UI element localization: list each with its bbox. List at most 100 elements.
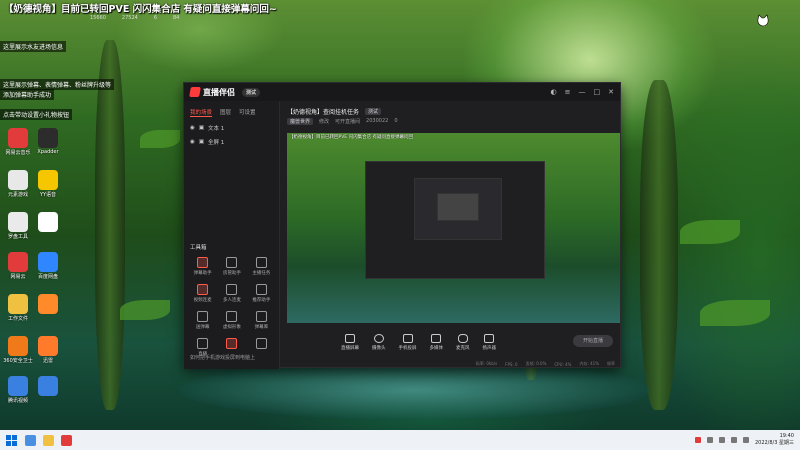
tool-room-admin[interactable]: 房管助手: [217, 257, 246, 276]
app-icon: [38, 252, 58, 272]
desktop-icon[interactable]: [33, 212, 63, 233]
stream-meta: 魔兽世界 修改 可开直播间 2030022 0: [281, 118, 621, 125]
minimize-icon[interactable]: —: [579, 88, 586, 96]
overlay-notice: 这里展示水友进场信息: [0, 41, 67, 52]
tab-scenes[interactable]: 我的场景: [190, 108, 213, 117]
danmu-icon: [197, 257, 209, 268]
lock-icon[interactable]: ▣: [199, 139, 204, 145]
tool-video-link[interactable]: 视频连麦: [188, 284, 217, 303]
taskview-icon[interactable]: [25, 434, 36, 446]
desktop-icon[interactable]: 元素游戏: [3, 170, 33, 198]
desktop-icon-label: 腾讯视频: [7, 398, 28, 404]
video-icon: [197, 284, 209, 295]
stat-value: 27524: [121, 15, 138, 21]
desktop-icon-label: Xpadder: [37, 149, 59, 155]
stream-badge: 测试: [365, 108, 382, 115]
eye-icon[interactable]: ◉: [190, 125, 195, 131]
nested-app-window: [365, 161, 545, 279]
tool-multi-link[interactable]: 多人连麦: [217, 284, 246, 303]
toolbox-grid: 弹幕助手 房管助手 主播任务 视频连麦 多人连麦 推荐助手 送弹幕 虚拟形象 弹…: [188, 257, 276, 357]
task-icon: [255, 257, 267, 268]
leaf: [140, 130, 180, 148]
tray-app-icon[interactable]: [694, 437, 701, 443]
app-icon[interactable]: [61, 434, 72, 446]
scene-item[interactable]: ◉ ▣ 全屏 1: [184, 135, 279, 149]
clock-date: 2022/8/3 星期三: [754, 440, 794, 446]
desktop-icon[interactable]: 迅雷: [33, 336, 63, 364]
desktop-icon[interactable]: YY语音: [33, 170, 63, 198]
eye-icon[interactable]: ◉: [190, 139, 195, 145]
tool-danmu-assistant[interactable]: 弹幕助手: [188, 257, 217, 276]
sidebar-footer-link[interactable]: 如何把手机游戏投屏到电脑上: [190, 354, 255, 361]
tool-label: 弹幕助手: [193, 271, 212, 276]
screen-icon: [197, 338, 209, 349]
phone-cast-button[interactable]: 手机投屏: [398, 333, 417, 351]
desktop-icon[interactable]: Xpadder: [33, 128, 63, 155]
desktop-icon[interactable]: 腾讯视频: [3, 376, 33, 404]
status-memory: 内存: 41%: [579, 361, 599, 366]
monitor-icon: [345, 333, 355, 343]
desktop-icon-label: 罗盘工具: [7, 234, 28, 240]
desktop-icon[interactable]: 网易云: [3, 252, 33, 280]
room-id: 2030022: [366, 118, 389, 124]
menu-icon[interactable]: ≡: [565, 88, 571, 96]
network-icon[interactable]: [730, 437, 737, 443]
app-icon: [38, 212, 58, 232]
stream-title[interactable]: 【奶德视角】查阅挂机任务: [287, 107, 359, 116]
desktop-icon-label: 迅雷: [42, 358, 53, 364]
app-icon: [38, 376, 58, 396]
control-label: 手机投屏: [398, 345, 417, 351]
tool-send-danmu[interactable]: 送弹幕: [188, 311, 217, 330]
skin-icon[interactable]: ◐: [551, 88, 557, 96]
desktop-icon[interactable]: 工作文件: [3, 294, 33, 322]
app-icon: [8, 336, 28, 356]
desktop-icon[interactable]: [33, 294, 63, 315]
tool-recommend[interactable]: 推荐助手: [247, 284, 276, 303]
speaker-button[interactable]: 扬声器: [483, 333, 496, 351]
edit-link[interactable]: 修改: [319, 118, 329, 125]
volume-icon[interactable]: [742, 437, 749, 443]
tray-app-icon[interactable]: [706, 437, 713, 443]
scene-item[interactable]: ◉ ▣ 文本 1: [184, 121, 279, 135]
file-explorer-icon[interactable]: [43, 434, 54, 446]
app-name: 直播伴侣: [203, 87, 235, 97]
tool-avatar[interactable]: 虚拟形象: [217, 311, 246, 330]
tab-settings[interactable]: 可设置: [239, 108, 256, 117]
microphone-button[interactable]: 麦克风: [456, 333, 470, 351]
media-button[interactable]: 多媒体: [430, 333, 443, 351]
screen-capture-button[interactable]: 直播屏幕: [341, 333, 359, 351]
windows-start-icon[interactable]: [6, 434, 17, 446]
tool-host-task[interactable]: 主播任务: [247, 257, 276, 276]
taskbar-clock[interactable]: 19:40 2022/8/3 星期三: [755, 433, 794, 447]
maximize-icon[interactable]: □: [594, 88, 601, 96]
tool-label: 房管助手: [222, 271, 241, 276]
control-label: 直播屏幕: [341, 345, 359, 351]
tool-label: 主播任务: [252, 271, 271, 276]
tool-danmu-library[interactable]: 弹幕库: [247, 311, 276, 330]
desktop-icon[interactable]: 罗盘工具: [3, 212, 33, 240]
main-panel: 【奶德视角】查阅挂机任务 测试 魔兽世界 修改 可开直播间 2030022 0 …: [281, 101, 621, 369]
group-icon: [226, 284, 238, 295]
live-preview[interactable]: 【奶德视角】目前已转回PVE 闪闪集合店 有疑问直接弹幕问回: [287, 133, 620, 323]
microphone-icon: [457, 333, 468, 343]
stat-value: 15660: [90, 15, 106, 21]
water-pool: [180, 360, 650, 420]
desktop-icon[interactable]: 网易云音乐: [3, 128, 33, 156]
lock-icon[interactable]: ▣: [199, 125, 204, 131]
scene-sidebar: 我的场景 图层 可设置 ◉ ▣ 文本 1 ◉ ▣ 全屏 1 工具箱 弹幕助手 房…: [184, 101, 280, 369]
cat-icon[interactable]: [756, 14, 770, 28]
image-icon: [226, 338, 238, 349]
category-badge[interactable]: 魔兽世界: [287, 118, 314, 125]
close-icon[interactable]: ✕: [608, 88, 614, 96]
camera-button[interactable]: 摄像头: [372, 333, 386, 351]
tab-layers[interactable]: 图层: [220, 108, 231, 117]
desktop-icon[interactable]: 百度网盘: [33, 252, 63, 280]
desktop-icon[interactable]: [33, 376, 63, 397]
toolbox-heading: 工具箱: [190, 245, 207, 251]
start-live-button[interactable]: 开始直播: [573, 335, 613, 347]
tray-app-icon[interactable]: [718, 437, 725, 443]
status-cpu: CPU: 4%: [554, 361, 572, 367]
status-bar: 码率: 0kb/s FPS: 0 丢帧: 0.0% CPU: 4% 内存: 41…: [281, 359, 621, 369]
scene-label: 文本 1: [208, 126, 225, 132]
desktop-icon[interactable]: 360安全卫士: [3, 336, 33, 364]
